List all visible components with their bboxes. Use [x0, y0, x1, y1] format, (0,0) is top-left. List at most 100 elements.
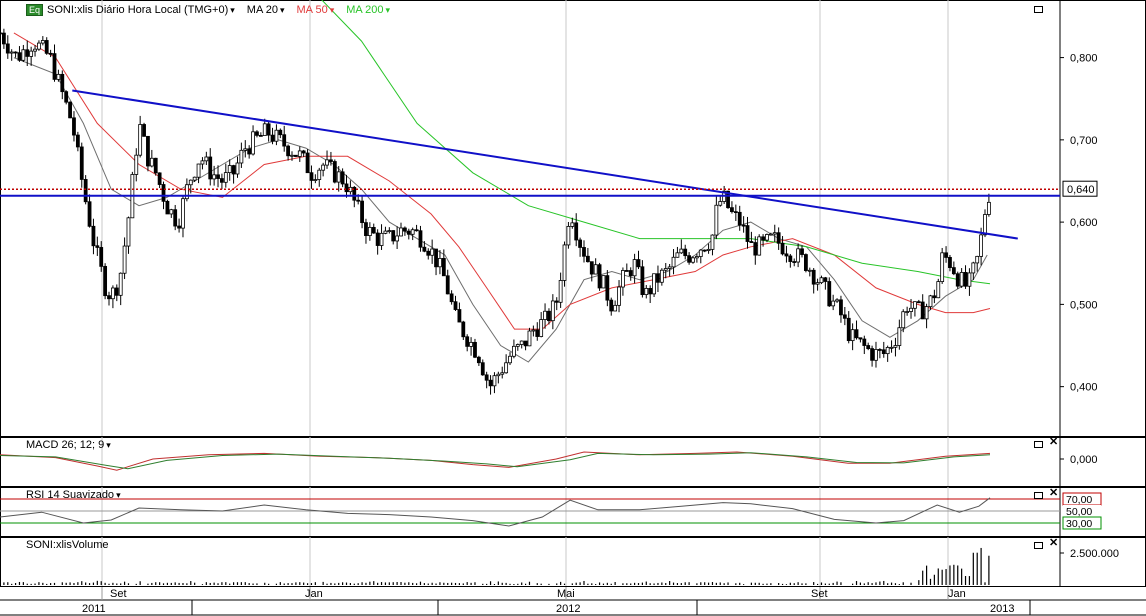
ma50-label[interactable]: MA 50	[297, 4, 335, 16]
candle-body	[601, 275, 606, 289]
candle-body	[539, 319, 544, 337]
candle-body	[17, 52, 22, 61]
candle-body	[33, 48, 37, 52]
candle-body	[453, 301, 458, 310]
candle-body	[621, 270, 625, 288]
candle-body	[753, 242, 758, 256]
equity-badge-icon: Eq	[26, 4, 44, 16]
candle-body	[508, 355, 512, 364]
ma20-label[interactable]: MA 20	[247, 4, 285, 16]
rsi-maximize-icon[interactable]	[1034, 490, 1043, 501]
candle-body	[765, 234, 769, 241]
candle-body	[360, 200, 364, 224]
candle-body	[465, 336, 470, 347]
candle-body	[819, 277, 824, 284]
candle-body	[399, 227, 403, 237]
candle-body	[313, 179, 318, 181]
candle-body	[628, 270, 633, 277]
candle-body	[636, 259, 641, 268]
candle-body	[37, 42, 41, 50]
volume-label: SONI:xlisVolume	[26, 539, 109, 551]
candle-body	[79, 146, 84, 180]
candle-body	[733, 211, 738, 214]
candle-body	[656, 273, 660, 283]
candle-body	[874, 349, 878, 361]
candle-body	[212, 174, 217, 180]
candle-body	[177, 225, 181, 229]
candle-body	[391, 230, 396, 242]
candle-body	[146, 135, 150, 167]
candle-body	[72, 117, 76, 136]
candle-body	[940, 252, 945, 282]
rsi-y-tick-label: 50,00	[1066, 506, 1092, 518]
candle-body	[406, 230, 411, 235]
candle-body	[231, 165, 236, 175]
candle-body	[959, 272, 964, 287]
candle-body	[936, 281, 941, 299]
candle-body	[251, 131, 255, 155]
candle-body	[694, 256, 699, 259]
candle-body	[784, 253, 789, 257]
candle-body	[243, 148, 248, 151]
candle-body	[13, 51, 18, 54]
candle-body	[714, 204, 719, 236]
symbol-title[interactable]: SONI:xlis Diário Hora Local (TMG+0)	[47, 4, 235, 16]
candle-body	[761, 236, 765, 241]
candle-body	[710, 234, 715, 250]
candle-body	[870, 348, 874, 361]
candle-body	[924, 306, 929, 320]
candle-body	[920, 301, 925, 320]
candle-body	[975, 255, 980, 264]
candle-body	[371, 226, 376, 234]
candle-body	[547, 310, 551, 322]
candle-body	[426, 250, 431, 256]
candle-body	[103, 265, 108, 297]
candle-body	[367, 226, 372, 237]
candle-body	[804, 254, 808, 271]
panel-border	[0, 437, 1146, 487]
rsi-close-icon[interactable]: ✕	[1049, 488, 1058, 499]
ma200-label[interactable]: MA 200	[346, 4, 390, 16]
candle-body	[118, 272, 123, 296]
candle-body	[173, 209, 178, 227]
volume-close-icon[interactable]: ✕	[1049, 538, 1058, 549]
candle-body	[500, 372, 505, 375]
candle-body	[967, 272, 972, 287]
candle-body	[866, 345, 871, 350]
candle-body	[780, 242, 785, 255]
macd-close-icon[interactable]: ✕	[1049, 437, 1058, 448]
candle-body	[718, 201, 723, 206]
macd-maximize-icon[interactable]	[1034, 439, 1043, 450]
candle-body	[196, 163, 201, 178]
ma-line	[321, 0, 991, 285]
maximize-icon[interactable]	[1034, 4, 1043, 15]
candle-body	[40, 40, 45, 44]
y-tick-label: 0,800	[1070, 53, 1098, 65]
candle-body	[208, 156, 213, 180]
candle-body	[951, 267, 956, 275]
candle-body	[21, 49, 26, 61]
candle-body	[434, 248, 438, 268]
rsi-label[interactable]: RSI 14 Suavizado	[26, 489, 121, 501]
rsi-y-tick-label: 70,00	[1066, 494, 1092, 506]
candle-body	[52, 53, 57, 80]
macd-label[interactable]: MACD 26; 12; 9	[26, 439, 111, 451]
rsi-y-tick-label: 30,00	[1066, 518, 1092, 530]
volume-maximize-icon[interactable]	[1034, 540, 1043, 551]
year-label: 2013	[990, 603, 1014, 615]
candle-body	[617, 286, 621, 306]
candle-body	[909, 307, 913, 312]
candle-body	[613, 304, 618, 312]
candle-body	[527, 330, 532, 347]
candle-body	[25, 49, 30, 57]
candle-body	[44, 40, 49, 54]
candle-body	[971, 262, 976, 274]
x-tick-label: Mai	[557, 588, 575, 600]
candle-body	[321, 164, 326, 171]
candle-body	[297, 150, 302, 157]
candle-body	[831, 300, 836, 307]
candle-body	[932, 295, 937, 299]
candle-body	[768, 233, 773, 236]
candle-body	[95, 245, 100, 248]
candle-body	[181, 198, 185, 229]
